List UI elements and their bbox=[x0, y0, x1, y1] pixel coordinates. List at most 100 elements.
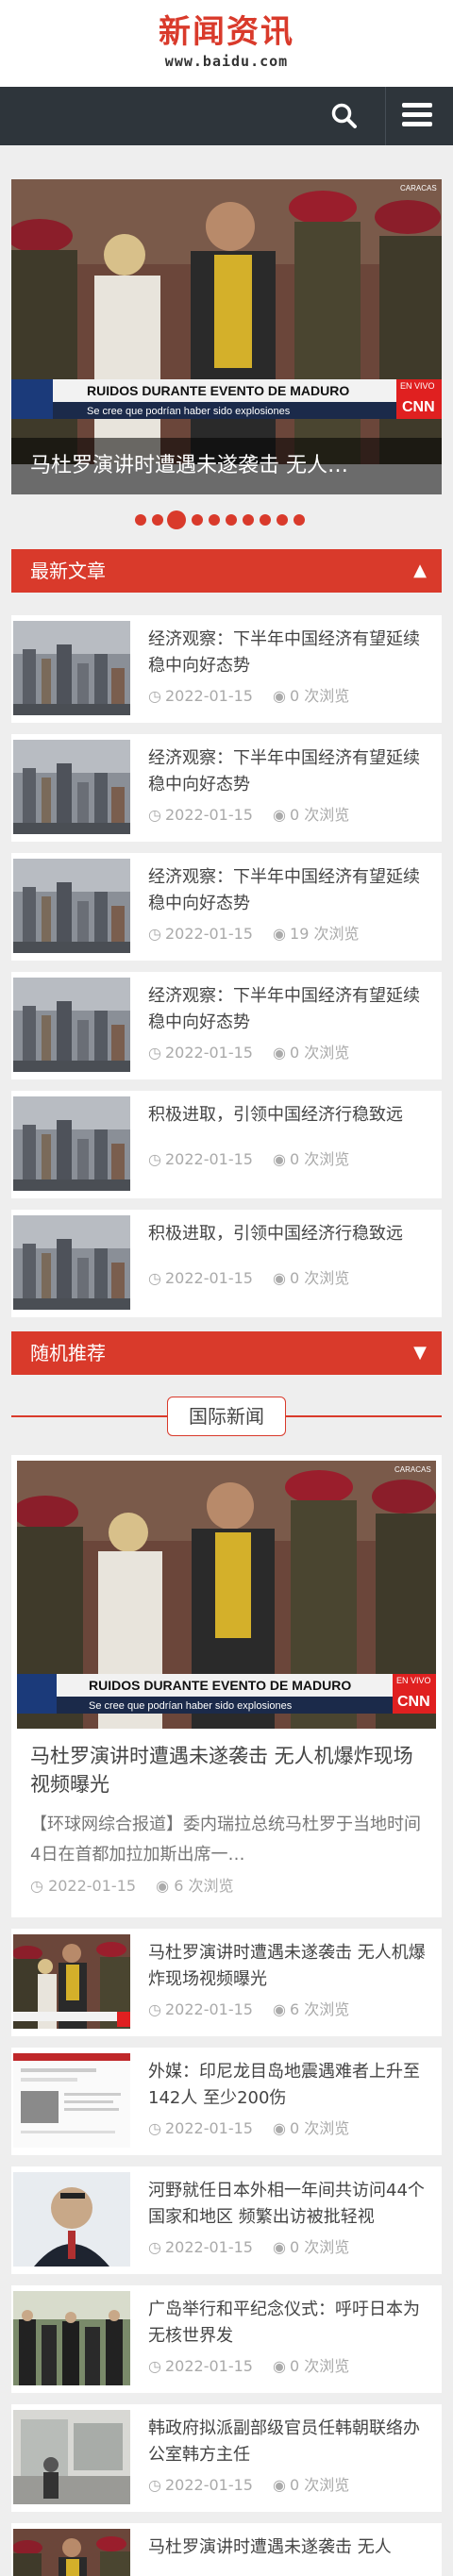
clock-icon: ◷ bbox=[148, 1150, 161, 1168]
eye-icon: ◉ bbox=[273, 2119, 287, 2137]
article-title[interactable]: 经济观察：下半年中国经济有望延续稳中向好态势 bbox=[148, 864, 431, 917]
search-icon[interactable] bbox=[328, 100, 361, 132]
article-title[interactable]: 外媒：印尼龙目岛地震遇难者上升至142人 至少200伤 bbox=[148, 2059, 431, 2112]
slider-caption[interactable]: 马杜罗演讲时遭遇未遂袭击 无人… bbox=[11, 438, 442, 494]
slider-live-text: EN VIVO bbox=[400, 381, 435, 391]
clock-icon: ◷ bbox=[148, 806, 161, 824]
article-meta: ◷ 2022-01-15 ◉ 0 次浏览 bbox=[148, 2118, 431, 2139]
city-thumbnail-image[interactable] bbox=[13, 1096, 130, 1191]
slider-dot[interactable] bbox=[243, 514, 254, 526]
article-date: 2022-01-15 bbox=[164, 2000, 253, 2018]
site-header: 新闻资讯 www.baidu.com bbox=[0, 0, 453, 87]
article-date: 2022-01-15 bbox=[164, 687, 253, 705]
clock-icon: ◷ bbox=[148, 925, 161, 943]
navbar-divider bbox=[385, 87, 386, 145]
article-meta: ◷ 2022-01-15 ◉ 0 次浏览 bbox=[148, 686, 431, 707]
article-meta: ◷ 2022-01-15 ◉ 0 次浏览 bbox=[148, 2356, 431, 2377]
eye-icon: ◉ bbox=[156, 1877, 170, 1895]
article-title[interactable]: 马杜罗演讲时遭遇未遂袭击 无人 bbox=[148, 2534, 431, 2561]
maduro-thumbnail-image[interactable] bbox=[13, 2529, 130, 2576]
featured-article-title[interactable]: 马杜罗演讲时遭遇未遂袭击 无人机爆炸现场视频曝光 bbox=[30, 1742, 427, 1798]
latest-section-header[interactable]: 最新文章 ▲ bbox=[11, 549, 442, 593]
article-list-item[interactable]: 经济观察：下半年中国经济有望延续稳中向好态势 ◷ 2022-01-15 ◉ 0 次浏… bbox=[11, 734, 442, 842]
office-thumbnail-image[interactable] bbox=[13, 2410, 130, 2504]
eye-icon: ◉ bbox=[273, 687, 287, 705]
clock-icon: ◷ bbox=[148, 2357, 161, 2375]
article-views: 0 次浏览 bbox=[290, 806, 350, 824]
clock-icon: ◷ bbox=[148, 687, 161, 705]
hero-slider-image[interactable]: RUIDOS DURANTE EVENTO DE MADURO Se cree … bbox=[11, 179, 442, 464]
ceremony-thumbnail-image[interactable] bbox=[13, 2291, 130, 2385]
international-news-tag[interactable]: 国际新闻 bbox=[167, 1397, 286, 1436]
article-title[interactable]: 广岛举行和平纪念仪式：呼吁日本为无核世界发 bbox=[148, 2297, 431, 2350]
random-section-header[interactable]: 随机推荐 ▼ bbox=[11, 1331, 442, 1375]
eye-icon: ◉ bbox=[273, 1150, 287, 1168]
article-list-item[interactable]: 河野就任日本外相一年间共访问44个国家和地区 频繁出访被批轻视 ◷ 2022-01… bbox=[11, 2166, 442, 2274]
clock-icon: ◷ bbox=[148, 1044, 161, 1062]
slider-banner-subtext: Se cree que podrían haber sido explosion… bbox=[87, 406, 291, 417]
slider-dot[interactable] bbox=[192, 514, 203, 526]
slider-dot[interactable] bbox=[226, 514, 237, 526]
article-list-item[interactable]: 马杜罗演讲时遭遇未遂袭击 无人 bbox=[11, 2523, 442, 2576]
top-navbar bbox=[0, 87, 453, 145]
article-title[interactable]: 积极进取，引领中国经济行稳致远 bbox=[148, 1102, 431, 1129]
city-thumbnail-image[interactable] bbox=[13, 1215, 130, 1310]
slider-dot[interactable] bbox=[152, 514, 163, 526]
article-date: 2022-01-15 bbox=[164, 2357, 253, 2375]
city-thumbnail-image[interactable] bbox=[13, 978, 130, 1072]
article-title[interactable]: 经济观察：下半年中国经济有望延续稳中向好态势 bbox=[148, 627, 431, 679]
city-thumbnail-image[interactable] bbox=[13, 621, 130, 715]
triangle-up-icon[interactable]: ▲ bbox=[413, 549, 427, 593]
article-list-item[interactable]: 积极进取，引领中国经济行稳致远 ◷ 2022-01-15 ◉ 0 次浏览 bbox=[11, 1091, 442, 1198]
article-date: 2022-01-15 bbox=[164, 2476, 253, 2494]
article-views: 0 次浏览 bbox=[290, 1150, 350, 1168]
hamburger-menu-icon[interactable] bbox=[400, 101, 434, 129]
international-news-header: 国际新闻 bbox=[11, 1395, 442, 1438]
article-list-item[interactable]: 经济观察：下半年中国经济有望延续稳中向好态势 ◷ 2022-01-15 ◉ 0 次浏… bbox=[11, 615, 442, 723]
triangle-down-icon[interactable]: ▼ bbox=[413, 1331, 427, 1375]
slider-banner-text: RUIDOS DURANTE EVENTO DE MADURO bbox=[87, 383, 349, 398]
article-meta: ◷ 2022-01-15 ◉ 0 次浏览 bbox=[148, 1268, 431, 1289]
article-title[interactable]: 河野就任日本外相一年间共访问44个国家和地区 频繁出访被批轻视 bbox=[148, 2178, 431, 2231]
slider-dot[interactable] bbox=[209, 514, 220, 526]
slider-dot[interactable] bbox=[294, 514, 305, 526]
article-title[interactable]: 马杜罗演讲时遭遇未遂袭击 无人机爆炸现场视频曝光 bbox=[148, 1940, 431, 1993]
article-title[interactable]: 经济观察：下半年中国经济有望延续稳中向好态势 bbox=[148, 745, 431, 798]
feature-live-text: EN VIVO bbox=[396, 1676, 431, 1685]
article-list-item[interactable]: 经济观察：下半年中国经济有望延续稳中向好态势 ◷ 2022-01-15 ◉ 19 次… bbox=[11, 853, 442, 961]
article-list-item[interactable]: 外媒：印尼龙目岛地震遇难者上升至142人 至少200伤 ◷ 2022-01-15 … bbox=[11, 2048, 442, 2155]
article-list-item[interactable]: 经济观察：下半年中国经济有望延续稳中向好态势 ◷ 2022-01-15 ◉ 0 次浏… bbox=[11, 972, 442, 1079]
featured-article-views: 6 次浏览 bbox=[174, 1877, 234, 1895]
article-title[interactable]: 经济观察：下半年中国经济有望延续稳中向好态势 bbox=[148, 983, 431, 1036]
slider-dot[interactable] bbox=[277, 514, 288, 526]
article-list-item[interactable]: 积极进取，引领中国经济行稳致远 ◷ 2022-01-15 ◉ 0 次浏览 bbox=[11, 1210, 442, 1317]
latest-section-title: 最新文章 bbox=[30, 560, 106, 582]
article-title[interactable]: 韩政府拟派副部级官员任韩朝联络办公室韩方主任 bbox=[148, 2416, 431, 2468]
article-date: 2022-01-15 bbox=[164, 925, 253, 943]
article-title[interactable]: 积极进取，引领中国经济行稳致远 bbox=[148, 1221, 431, 1247]
clock-icon: ◷ bbox=[148, 1269, 161, 1287]
city-thumbnail-image[interactable] bbox=[13, 859, 130, 953]
slider-dot[interactable] bbox=[260, 514, 271, 526]
featured-article-image[interactable]: RUIDOS DURANTE EVENTO DE MADURO Se cree … bbox=[17, 1461, 436, 1729]
webpage-thumbnail-image[interactable] bbox=[13, 2053, 130, 2148]
maduro-thumbnail-image[interactable] bbox=[13, 1934, 130, 2029]
slider-network-text: CNN bbox=[402, 399, 435, 415]
featured-article-card[interactable]: RUIDOS DURANTE EVENTO DE MADURO Se cree … bbox=[11, 1455, 442, 1917]
slider-dot-active[interactable] bbox=[167, 510, 186, 529]
eye-icon: ◉ bbox=[273, 2238, 287, 2256]
site-logo-title[interactable]: 新闻资讯 bbox=[0, 13, 453, 51]
city-thumbnail-image[interactable] bbox=[13, 740, 130, 834]
clock-icon: ◷ bbox=[30, 1877, 43, 1895]
portrait-thumbnail-image[interactable] bbox=[13, 2172, 130, 2267]
featured-article-meta: ◷ 2022-01-15 ◉ 6 次浏览 bbox=[30, 1876, 427, 1897]
article-list-item[interactable]: 广岛举行和平纪念仪式：呼吁日本为无核世界发 ◷ 2022-01-15 ◉ 0 次浏览 bbox=[11, 2285, 442, 2393]
article-date: 2022-01-15 bbox=[164, 1150, 253, 1168]
feature-corner-text: CARACAS bbox=[394, 1465, 431, 1474]
article-list-item[interactable]: 马杜罗演讲时遭遇未遂袭击 无人机爆炸现场视频曝光 ◷ 2022-01-15 ◉ 6 … bbox=[11, 1929, 442, 2036]
slider-dot[interactable] bbox=[135, 514, 146, 526]
article-list-item[interactable]: 韩政府拟派副部级官员任韩朝联络办公室韩方主任 ◷ 2022-01-15 ◉ 0 次浏… bbox=[11, 2404, 442, 2512]
clock-icon: ◷ bbox=[148, 2000, 161, 2018]
site-logo-url[interactable]: www.baidu.com bbox=[0, 53, 453, 70]
eye-icon: ◉ bbox=[273, 2357, 287, 2375]
